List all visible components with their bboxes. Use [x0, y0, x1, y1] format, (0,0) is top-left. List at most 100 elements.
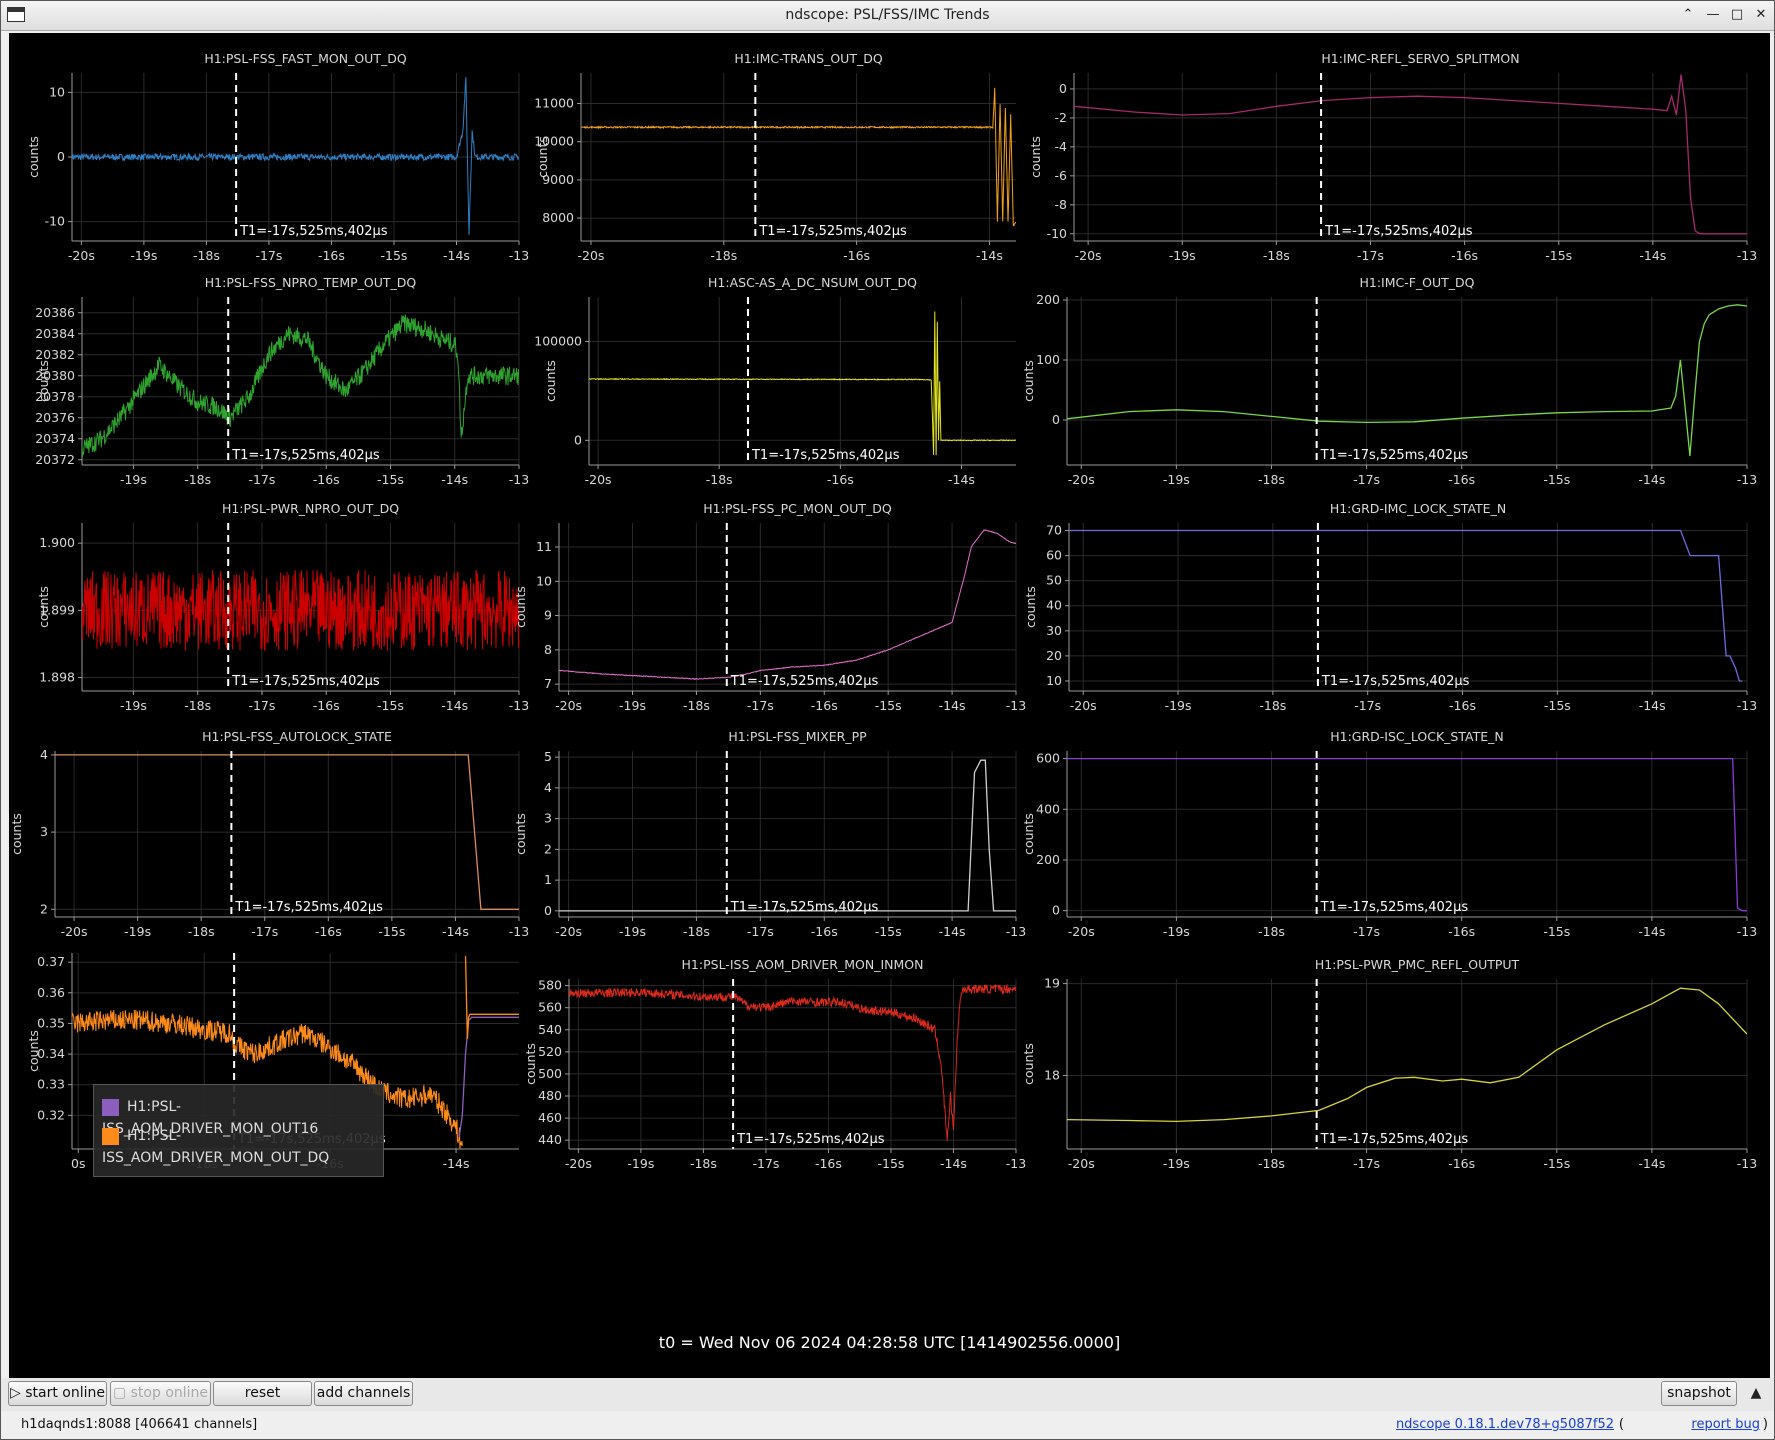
x-tick-label: -17s	[251, 924, 278, 939]
series-line	[589, 311, 1016, 456]
x-tick-label: -19s	[1163, 472, 1190, 487]
x-tick-label: -17s	[752, 1156, 779, 1171]
y-tick-label: 200	[1036, 292, 1060, 307]
x-tick-label: -13	[509, 924, 529, 939]
x-tick-label: -15s	[380, 248, 407, 263]
x-tick-label: -15s	[875, 924, 902, 939]
x-tick-label: -18s	[1263, 248, 1290, 263]
y-tick-label: 20384	[35, 326, 75, 341]
chart-title: H1:PSL-ISS_AOM_DRIVER_MON_INMON	[682, 957, 924, 972]
minimize-icon[interactable]: —	[1703, 5, 1723, 25]
y-axis-label: counts	[543, 360, 558, 402]
maximize-icon[interactable]: □	[1727, 5, 1747, 25]
x-tick-label: -13	[1737, 248, 1757, 263]
y-tick-label: 0	[1052, 903, 1060, 918]
x-tick-label: -17s	[1354, 698, 1381, 713]
y-tick-label: 3	[40, 824, 48, 839]
y-tick-label: 1.898	[39, 670, 75, 685]
x-tick-label: -16s	[313, 698, 340, 713]
y-tick-label: 8	[544, 642, 552, 657]
x-tick-label: -14s	[443, 248, 470, 263]
cursor-label: T1=-17s,525ms,402µs	[1324, 224, 1473, 239]
y-tick-label: 18	[1044, 1067, 1060, 1082]
x-tick-label: -16s	[811, 698, 838, 713]
cursor-label: T1=-17s,525ms,402µs	[736, 1132, 885, 1147]
y-tick-label: 10	[1046, 673, 1062, 688]
snapshot-button[interactable]: snapshot	[1661, 1381, 1737, 1406]
y-axis-label: counts	[1021, 813, 1036, 855]
legend-label: H1:PSL-ISS_AOM_DRIVER_MON_OUT_DQ	[102, 1128, 330, 1166]
cursor-label: T1=-17s,525ms,402µs	[730, 674, 879, 689]
x-tick-label: -14s	[442, 924, 469, 939]
x-tick-label: -16s	[815, 1156, 842, 1171]
report-bug-link[interactable]: report bug	[1691, 1417, 1760, 1432]
y-tick-label: 20	[1046, 648, 1062, 663]
window-title: ndscope: PSL/FSS/IMC Trends	[785, 7, 990, 23]
y-tick-label: 200	[1036, 852, 1060, 867]
cursor-label: T1=-17s,525ms,402µs	[751, 448, 900, 463]
status-bar: h1daqnds1:8088 [406641 channels] ndscope…	[1, 1411, 1774, 1439]
x-tick-label: -17s	[255, 248, 282, 263]
y-tick-label: 0	[544, 903, 552, 918]
y-tick-label: 460	[538, 1110, 562, 1125]
plot-legend[interactable]: H1:PSL-ISS_AOM_DRIVER_MON_OUT16 H1:PSL-I…	[93, 1084, 384, 1177]
x-tick-label: -18s	[706, 472, 733, 487]
version-link[interactable]: ndscope 0.18.1.dev78+g5087f52	[1396, 1417, 1614, 1432]
x-tick-label: -18s	[1259, 698, 1286, 713]
chart-title: H1:PSL-FSS_MIXER_PP	[728, 729, 867, 744]
y-tick-label: 520	[538, 1044, 562, 1059]
x-tick-label: -20s	[1068, 1156, 1095, 1171]
x-tick-label: -14s	[441, 698, 468, 713]
collapse-up-icon[interactable]: ▲	[1746, 1382, 1766, 1404]
x-tick-label: -17s	[747, 924, 774, 939]
x-tick-label: -15s	[875, 698, 902, 713]
x-tick-label: -20s	[61, 924, 88, 939]
x-tick-label: -18s	[1258, 472, 1285, 487]
x-tick-label: -18s	[683, 698, 710, 713]
y-tick-label: 19	[1044, 976, 1060, 991]
y-axis-label: counts	[1028, 136, 1043, 178]
series-line	[559, 529, 1016, 681]
chart-title: H1:IMC-REFL_SERVO_SPLITMON	[1321, 51, 1519, 66]
chart-title: H1:GRD-IMC_LOCK_STATE_N	[1330, 501, 1506, 516]
x-tick-label: -13	[509, 472, 529, 487]
x-tick-label: -18s	[690, 1156, 717, 1171]
y-tick-label: 2	[40, 901, 48, 916]
x-tick-label: -15s	[1543, 924, 1570, 939]
x-tick-label: -19s	[120, 472, 147, 487]
plot-area[interactable]: H1:PSL-FSS_FAST_MON_OUT_DQ counts 10 0 -10 -2…	[9, 33, 1770, 1378]
y-tick-label: 20380	[35, 368, 75, 383]
legend-item[interactable]: H1:PSL-ISS_AOM_DRIVER_MON_OUT_DQ	[102, 1125, 383, 1166]
y-tick-label: 9000	[542, 172, 574, 187]
x-tick-label: -18s	[1258, 924, 1285, 939]
y-tick-label: 10	[536, 573, 552, 588]
paren-close: )	[1762, 1417, 1768, 1432]
y-tick-label: 7	[544, 676, 552, 691]
cursor-label: T1=-17s,525ms,402µs	[231, 674, 380, 689]
y-tick-label: 20374	[35, 431, 75, 446]
x-tick-label: -19s	[1169, 248, 1196, 263]
chevron-up-icon[interactable]: ⌃	[1678, 5, 1698, 25]
y-tick-label: 1.900	[39, 535, 75, 550]
y-tick-label: 20372	[35, 452, 75, 467]
start-online-button[interactable]: ▷ start online	[8, 1381, 107, 1406]
legend-item[interactable]: H1:PSL-ISS_AOM_DRIVER_MON_OUT16	[102, 1096, 383, 1137]
x-tick-label: -14s	[940, 1156, 967, 1171]
x-tick-label: -16s	[315, 924, 342, 939]
x-tick-label: -14s	[443, 1156, 470, 1171]
add-channels-button[interactable]: add channels	[314, 1381, 413, 1406]
y-tick-label: 560	[538, 1000, 562, 1015]
title-bar[interactable]: ndscope: PSL/FSS/IMC Trends ⌃ — □ ✕	[1, 1, 1774, 31]
x-tick-label: -14s	[441, 472, 468, 487]
x-tick-label: -15s	[377, 472, 404, 487]
x-tick-label: -13	[1737, 924, 1757, 939]
x-tick-label: -17s	[248, 698, 275, 713]
reset-button[interactable]: reset	[213, 1381, 312, 1406]
y-tick-label: 0.36	[37, 985, 65, 1000]
y-tick-label: 5	[544, 749, 552, 764]
close-icon[interactable]: ✕	[1751, 5, 1771, 25]
x-tick-label: -15s	[1545, 248, 1572, 263]
x-tick-label: -14s	[939, 924, 966, 939]
series-line	[82, 314, 519, 458]
x-tick-label: -13	[509, 248, 529, 263]
